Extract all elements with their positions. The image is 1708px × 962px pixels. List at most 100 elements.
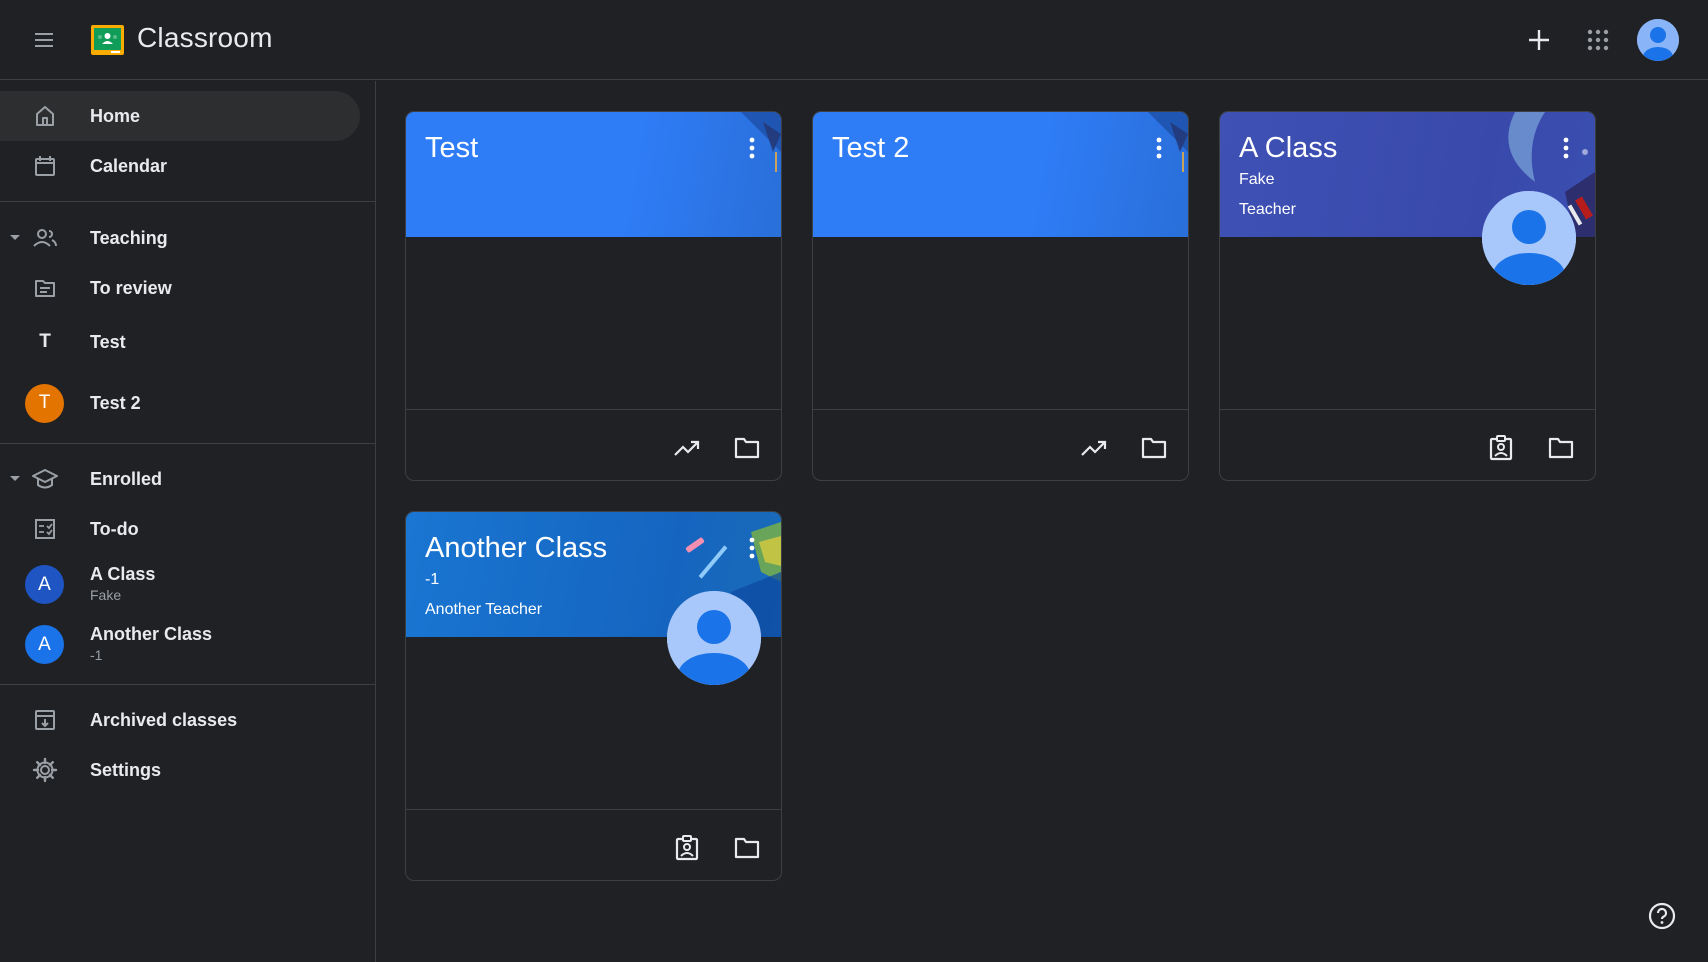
card-header-illustration	[741, 112, 781, 172]
open-folder-button[interactable]	[1136, 430, 1172, 466]
card-section: Fake	[1239, 171, 1275, 188]
class-card-test-2[interactable]: Test 2	[812, 111, 1189, 481]
teacher-avatar[interactable]	[1482, 191, 1576, 285]
sidebar-item-a-class[interactable]: A A Class Fake	[0, 556, 360, 612]
folder-icon	[1141, 437, 1167, 459]
open-folder-button[interactable]	[729, 430, 765, 466]
sidebar-class-name: Test	[90, 331, 126, 352]
nav-to-do[interactable]: To-do	[0, 504, 360, 554]
open-your-work-button[interactable]	[669, 830, 705, 866]
card-more-options-button[interactable]	[740, 532, 764, 564]
open-gradebook-button[interactable]	[1076, 430, 1112, 466]
card-title[interactable]: Test	[425, 132, 478, 165]
class-card-a-class[interactable]: A Class Fake Teacher	[1219, 111, 1596, 481]
nav-enrolled[interactable]: Enrolled	[0, 454, 360, 504]
sidebar-divider	[0, 443, 375, 444]
class-avatar: T	[25, 383, 64, 423]
account-avatar-icon	[1637, 19, 1679, 61]
collapse-caret-icon[interactable]	[9, 473, 21, 485]
card-divider	[1220, 409, 1595, 410]
nav-calendar-label: Calendar	[90, 155, 168, 176]
card-more-options-button[interactable]	[1554, 132, 1578, 164]
to-review-folder-icon	[28, 271, 62, 305]
open-folder-button[interactable]	[1543, 430, 1579, 466]
apps-grid-icon	[1587, 29, 1609, 51]
to-do-checklist-icon	[28, 512, 62, 546]
folder-icon	[734, 437, 760, 459]
collapse-caret-icon[interactable]	[9, 232, 21, 244]
sidebar-item-test-2[interactable]: T Test 2	[0, 375, 360, 431]
account-avatar[interactable]	[1637, 19, 1679, 61]
card-title[interactable]: A Class	[1239, 132, 1337, 165]
nav-archived-classes[interactable]: Archived classes	[0, 695, 360, 745]
more-vert-icon	[749, 537, 755, 559]
folder-icon	[1548, 437, 1574, 459]
card-divider	[406, 409, 781, 410]
card-teacher-name[interactable]: Teacher	[1239, 201, 1296, 219]
open-your-work-button[interactable]	[1483, 430, 1519, 466]
card-section: -1	[425, 571, 440, 588]
teacher-avatar-icon	[1482, 191, 1576, 285]
card-header[interactable]: Test	[406, 112, 781, 237]
nav-teaching-label: Teaching	[90, 227, 168, 248]
hamburger-menu-icon	[35, 33, 53, 47]
open-folder-button[interactable]	[729, 830, 765, 866]
class-initial: T	[39, 331, 51, 352]
plus-icon	[1529, 30, 1549, 50]
class-card-another-class[interactable]: Another Class -1 Another Teacher	[405, 511, 782, 881]
assignment-ind-icon	[675, 835, 699, 861]
sidebar-class-section: Fake	[90, 587, 122, 603]
card-more-options-button[interactable]	[740, 132, 764, 164]
card-more-options-button[interactable]	[1147, 132, 1171, 164]
nav-home-label: Home	[90, 105, 141, 126]
teacher-avatar-icon	[667, 591, 761, 685]
nav-to-review[interactable]: To review	[0, 263, 360, 313]
sidebar-divider	[0, 201, 375, 202]
help-button[interactable]	[1644, 898, 1680, 934]
navigation-drawer: Home Calendar Teaching To review T Test …	[0, 81, 376, 962]
create-or-join-class-button[interactable]	[1517, 20, 1561, 60]
sidebar-class-section: -1	[90, 647, 103, 663]
folder-icon	[734, 837, 760, 859]
card-title[interactable]: Another Class	[425, 532, 607, 565]
archive-icon	[28, 703, 62, 737]
nav-teaching[interactable]: Teaching	[0, 213, 360, 263]
nav-settings[interactable]: Settings	[0, 745, 360, 795]
more-vert-icon	[749, 137, 755, 159]
card-header[interactable]: Test 2	[813, 112, 1188, 237]
sidebar-divider	[0, 684, 375, 685]
sidebar-class-name: Test 2	[90, 392, 141, 413]
google-apps-button[interactable]	[1578, 20, 1618, 60]
card-title[interactable]: Test 2	[832, 132, 909, 165]
nav-enrolled-label: Enrolled	[90, 468, 163, 489]
teacher-avatar[interactable]	[667, 591, 761, 685]
main-menu-button[interactable]	[24, 20, 64, 60]
class-avatar: A	[25, 565, 64, 604]
home-icon	[28, 99, 62, 133]
help-circle-icon	[1648, 902, 1676, 930]
trending-up-icon	[1081, 440, 1107, 456]
calendar-icon	[28, 149, 62, 183]
class-avatar: A	[25, 625, 64, 664]
sidebar-item-another-class[interactable]: A Another Class -1	[0, 616, 360, 672]
nav-home[interactable]: Home	[0, 91, 360, 141]
card-divider	[813, 409, 1188, 410]
top-app-bar: Classroom	[0, 0, 1708, 80]
trending-up-icon	[674, 440, 700, 456]
sidebar-class-name: A Class	[90, 564, 156, 584]
card-teacher-name[interactable]: Another Teacher	[425, 601, 542, 619]
sidebar-class-name: Another Class	[90, 624, 213, 644]
nav-to-review-label: To review	[90, 277, 172, 298]
teaching-people-icon	[28, 221, 62, 255]
open-gradebook-button[interactable]	[669, 430, 705, 466]
sidebar-item-test[interactable]: T Test	[0, 317, 360, 367]
nav-calendar[interactable]: Calendar	[0, 141, 360, 191]
classroom-logo-icon[interactable]	[91, 25, 124, 55]
nav-to-do-label: To-do	[90, 518, 139, 539]
assignment-ind-icon	[1489, 435, 1513, 461]
graduation-cap-icon	[28, 462, 62, 496]
more-vert-icon	[1156, 137, 1162, 159]
class-card-test[interactable]: Test	[405, 111, 782, 481]
app-title[interactable]: Classroom	[137, 22, 273, 54]
nav-archived-label: Archived classes	[90, 709, 238, 730]
